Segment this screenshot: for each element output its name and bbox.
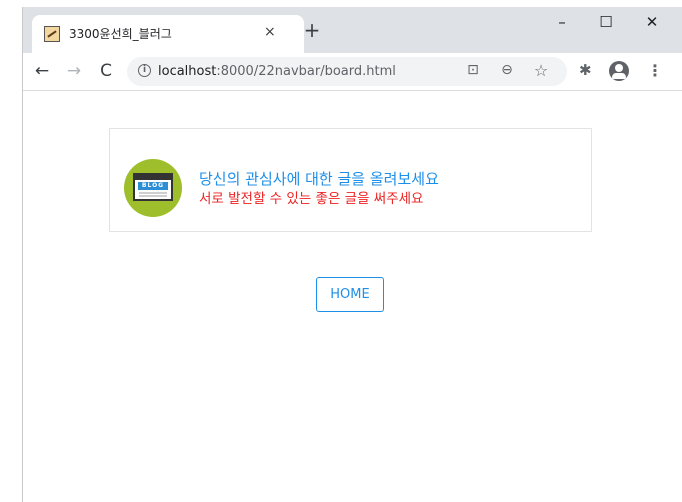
blog-text-lines [139,192,167,194]
browser-toolbar: ← → C i localhost:8000/22navbar/board.ht… [23,53,682,91]
home-button[interactable]: HOME [316,277,384,312]
blog-screen: BLOG [133,173,173,201]
profile-icon[interactable] [609,61,629,81]
banner-heading: 당신의 관심사에 대한 글을 올려보세요 [199,170,439,188]
favicon-icon [44,26,60,42]
banner-subheading: 서로 발전할 수 있는 좋은 글을 써주세요 [199,191,424,207]
blog-logo-word: BLOG [138,182,168,190]
extensions-icon[interactable]: ✱ [579,61,592,79]
reload-icon[interactable]: C [95,61,117,81]
title-bar: 3300윤선희_블러그 × + – ☐ ✕ [23,7,682,53]
menu-icon[interactable]: ⋮ [647,61,663,80]
blog-banner: BLOG 당신의 관심사에 대한 글을 올려보세요 서로 발전할 수 있는 좋은… [109,128,592,232]
info-icon[interactable]: i [138,64,151,77]
browser-window: 3300윤선희_블러그 × + – ☐ ✕ ← → C i localhost:… [22,7,682,502]
url-path: :8000/22navbar/board.html [216,64,396,79]
new-tab-button[interactable]: + [300,19,324,41]
blog-logo-icon: BLOG [124,159,182,217]
close-window-button[interactable]: ✕ [629,13,675,31]
address-bar[interactable]: i localhost:8000/22navbar/board.html ⊡ ⊖… [127,57,567,86]
maximize-button[interactable]: ☐ [583,13,629,31]
translate-icon[interactable]: ⊡ [463,62,483,78]
browser-tab[interactable]: 3300윤선희_블러그 × [32,15,304,53]
forward-arrow-icon[interactable]: → [63,61,85,81]
tab-title: 3300윤선희_블러그 [69,27,172,41]
blog-screen-bar [135,175,171,180]
zoom-icon[interactable]: ⊖ [497,62,517,78]
banner-text: 당신의 관심사에 대한 글을 올려보세요 서로 발전할 수 있는 좋은 글을 써… [199,169,439,208]
back-arrow-icon[interactable]: ← [31,61,53,81]
page-content: BLOG 당신의 관심사에 대한 글을 올려보세요 서로 발전할 수 있는 좋은… [23,91,682,502]
tab-close-icon[interactable]: × [264,24,276,40]
minimize-button[interactable]: – [539,13,585,31]
bookmark-star-icon[interactable]: ☆ [531,61,551,80]
url-text[interactable]: localhost:8000/22navbar/board.html [158,64,396,79]
url-host: localhost [158,64,217,79]
